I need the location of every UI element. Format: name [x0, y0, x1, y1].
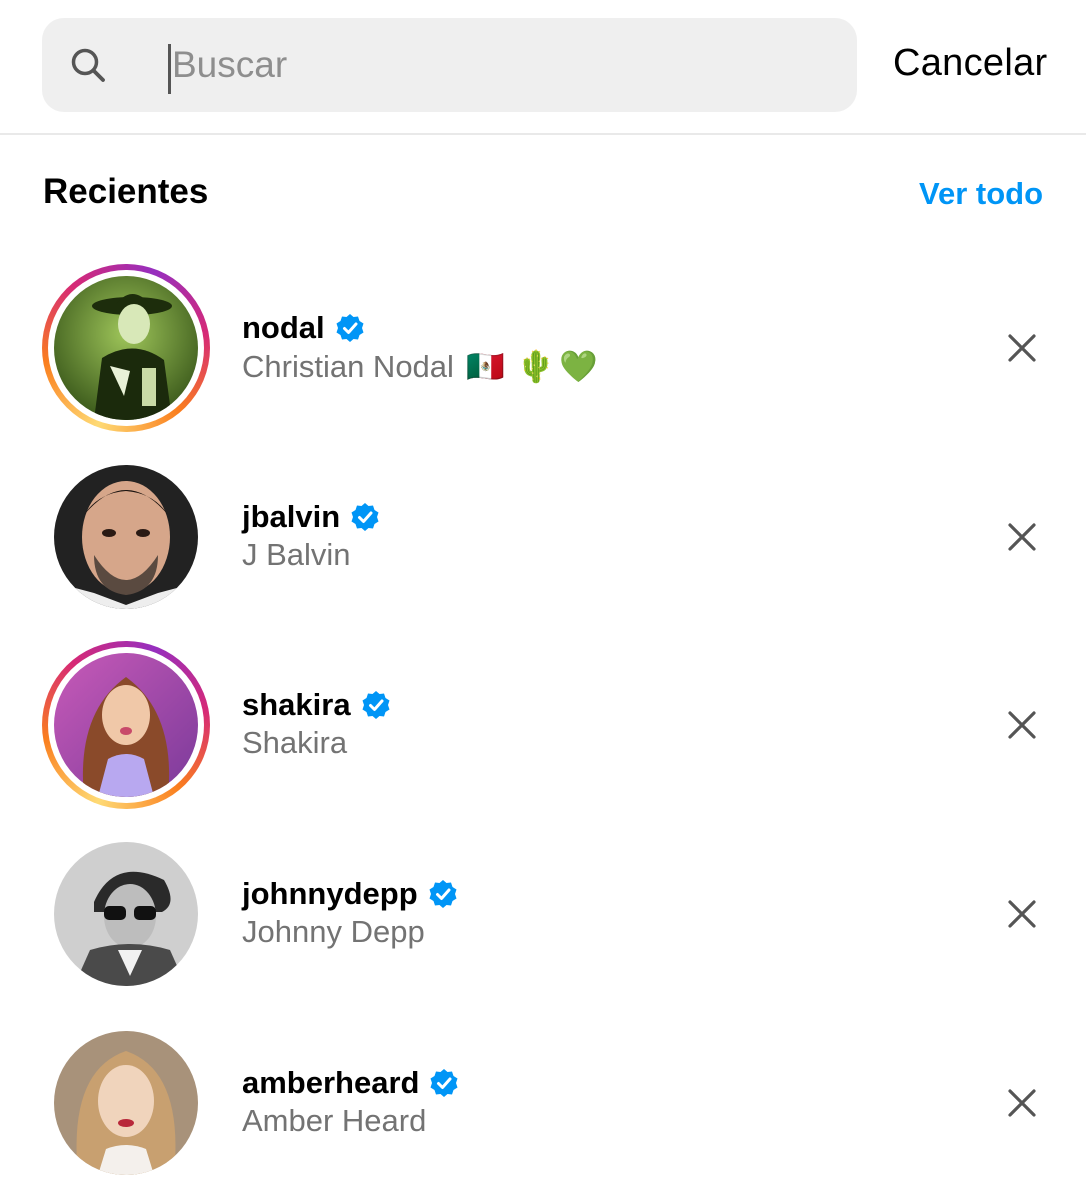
- verified-badge-icon: [362, 691, 390, 719]
- search-icon: [71, 48, 105, 82]
- story-ring[interactable]: [42, 264, 210, 432]
- list-item[interactable]: nodal Christian Nodal 🇲🇽 🌵 💚: [0, 264, 1086, 434]
- verified-badge-icon: [429, 880, 457, 908]
- text-caret: [168, 44, 171, 94]
- remove-recent-button[interactable]: [1004, 896, 1040, 932]
- list-item[interactable]: shakira Shakira: [0, 641, 1086, 811]
- mexico-flag-emoji: 🇲🇽: [465, 349, 505, 384]
- avatar-wrap[interactable]: [42, 453, 210, 621]
- remove-recent-button[interactable]: [1004, 707, 1040, 743]
- avatar: [54, 1031, 198, 1175]
- green-heart-emoji: 💚: [559, 349, 598, 384]
- avatar: [54, 465, 198, 609]
- recents-heading: Recientes: [43, 172, 209, 211]
- avatar: [54, 276, 198, 420]
- full-name: Johnny Depp: [242, 914, 425, 949]
- full-name: Christian Nodal 🇲🇽 🌵 💚: [242, 348, 598, 385]
- search-input[interactable]: [172, 40, 822, 90]
- username: nodal: [242, 310, 365, 346]
- avatar: [54, 842, 198, 986]
- verified-badge-icon: [430, 1069, 458, 1097]
- full-name: Shakira: [242, 725, 348, 760]
- remove-recent-button[interactable]: [1004, 330, 1040, 366]
- remove-recent-button[interactable]: [1004, 1085, 1040, 1121]
- list-item[interactable]: johnnydepp Johnny Depp: [0, 830, 1086, 1000]
- full-name: J Balvin: [242, 537, 351, 572]
- full-name: Amber Heard: [242, 1103, 427, 1138]
- verified-badge-icon: [351, 503, 379, 531]
- avatar: [54, 653, 198, 797]
- see-all-link[interactable]: Ver todo: [919, 176, 1043, 212]
- avatar-wrap[interactable]: [42, 830, 210, 998]
- cactus-emoji: 🌵: [516, 349, 556, 384]
- list-item[interactable]: amberheard Amber Heard: [0, 1019, 1086, 1189]
- username: amberheard: [242, 1065, 459, 1101]
- story-ring[interactable]: [42, 641, 210, 809]
- avatar-wrap[interactable]: [42, 1019, 210, 1187]
- divider: [0, 133, 1086, 135]
- list-item[interactable]: jbalvin J Balvin: [0, 453, 1086, 623]
- username: jbalvin: [242, 499, 380, 535]
- username: shakira: [242, 687, 391, 723]
- verified-badge-icon: [336, 314, 364, 342]
- username: johnnydepp: [242, 876, 458, 912]
- search-bar[interactable]: [42, 18, 857, 112]
- remove-recent-button[interactable]: [1004, 519, 1040, 555]
- cancel-button[interactable]: Cancelar: [893, 42, 1047, 85]
